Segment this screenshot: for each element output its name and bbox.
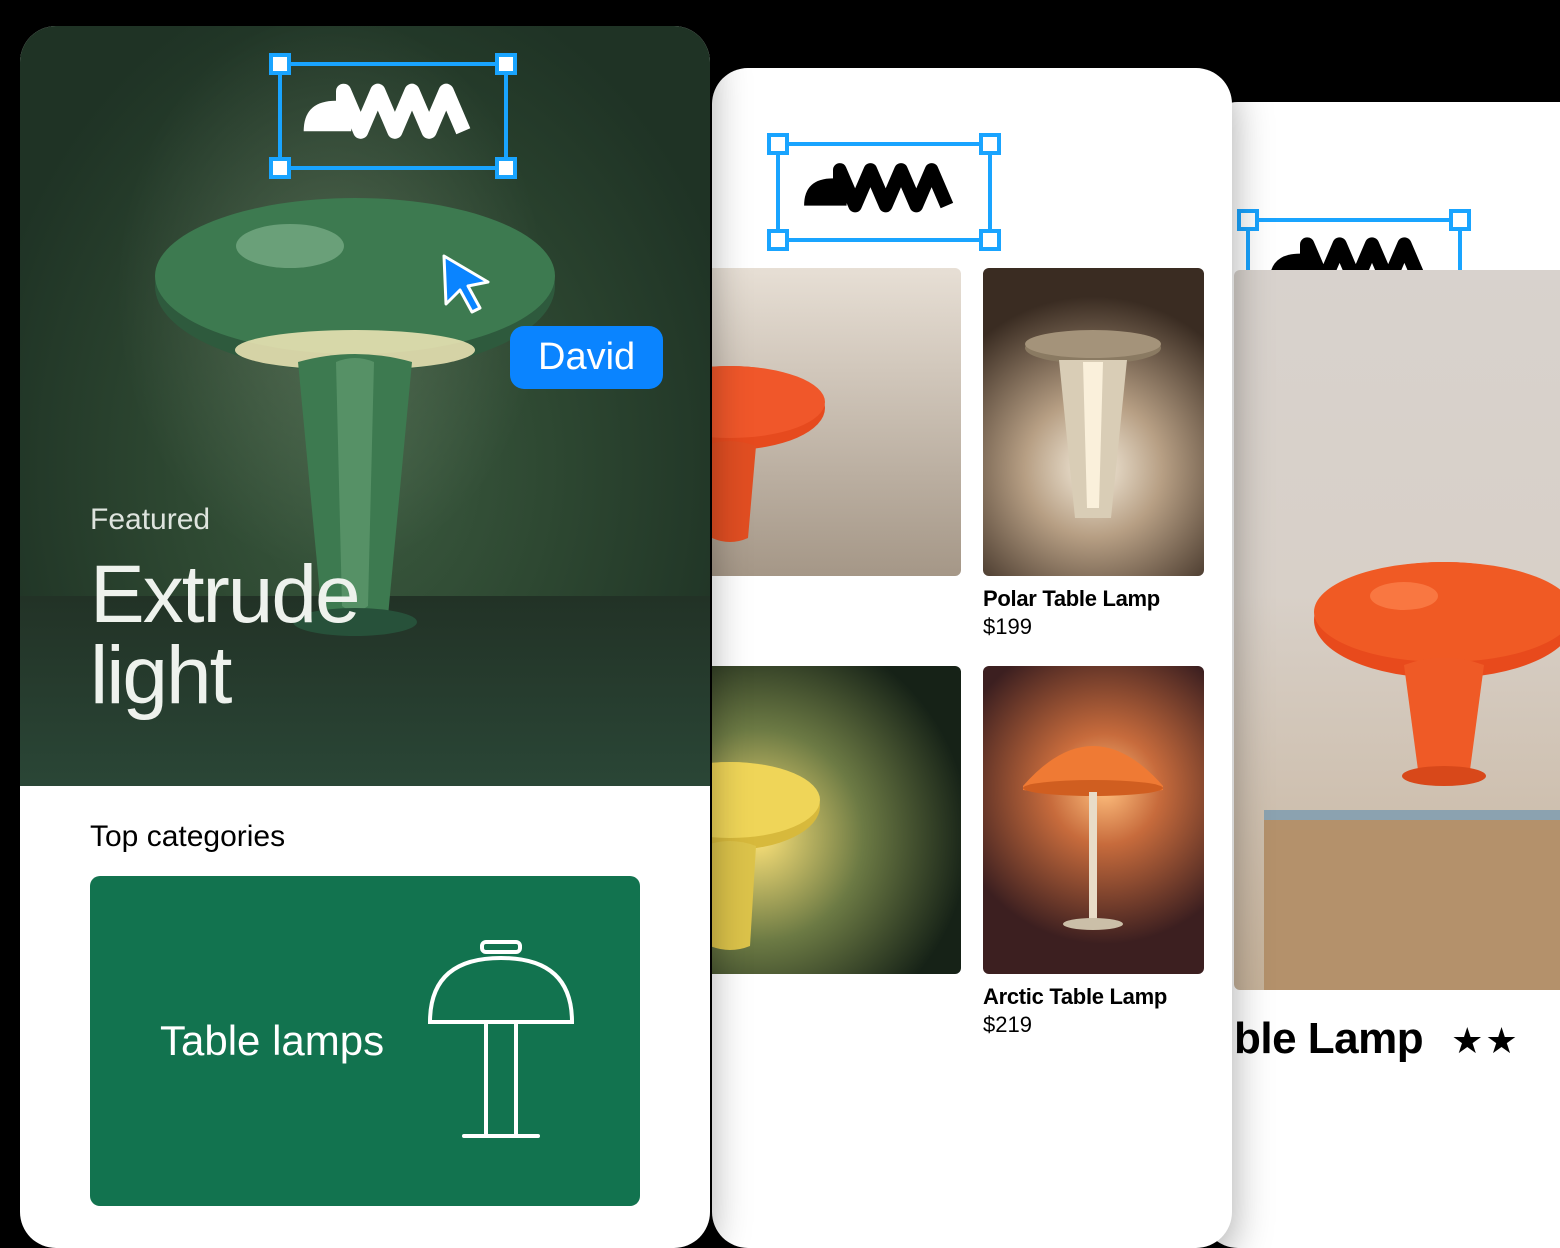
product-image (983, 666, 1204, 974)
product-name-partial: amp (712, 586, 961, 612)
product-image (712, 666, 961, 974)
product-card[interactable]: lamp (712, 666, 961, 1038)
logo-selection-box[interactable] (776, 142, 992, 242)
selection-handle[interactable] (767, 229, 789, 251)
collaborator-cursor (440, 252, 496, 319)
product-price: $199 (983, 614, 1204, 640)
product-name-partial: lamp (712, 984, 961, 1010)
selection-handle[interactable] (269, 53, 291, 75)
product-image (983, 268, 1204, 576)
app-frame-product-detail: ble Lamp ★★ (1202, 102, 1560, 1248)
selection-handle[interactable] (979, 133, 1001, 155)
product-name: Arctic Table Lamp (983, 984, 1204, 1010)
hero-eyebrow: Featured (90, 503, 359, 537)
brand-logo (288, 72, 498, 160)
hero-title: Extrude light (90, 555, 359, 716)
top-categories-heading: Top categories (90, 820, 710, 854)
product-card[interactable]: Polar Table Lamp $199 (983, 268, 1204, 640)
selection-handle[interactable] (495, 53, 517, 75)
logo-selection-box[interactable] (278, 62, 508, 170)
hero-section[interactable]: David Featured Extrude light (20, 26, 710, 786)
product-title-partial: ble Lamp (1234, 1014, 1423, 1064)
selection-handle[interactable] (767, 133, 789, 155)
category-label: Table lamps (160, 1017, 384, 1065)
product-price: $219 (983, 1012, 1204, 1038)
selection-handle[interactable] (269, 157, 291, 179)
selection-handle[interactable] (1237, 209, 1259, 231)
product-name: Polar Table Lamp (983, 586, 1204, 612)
app-frame-product-grid: amp Polar Table Lamp $199 (712, 68, 1232, 1248)
product-image (712, 268, 961, 576)
lamp-outline-icon (416, 936, 586, 1146)
lamp-illustration (1294, 500, 1560, 800)
app-frame-home: David Featured Extrude light Top categor… (20, 26, 710, 1248)
brand-logo (786, 152, 982, 232)
cursor-icon (440, 252, 496, 314)
category-card-table-lamps[interactable]: Table lamps (90, 876, 640, 1206)
hero-title-line: light (90, 630, 230, 721)
product-card[interactable]: Arctic Table Lamp $219 (983, 666, 1204, 1038)
product-card[interactable]: amp (712, 268, 961, 640)
rating-stars: ★★ (1451, 1020, 1520, 1062)
selection-handle[interactable] (979, 229, 1001, 251)
hero-title-line: Extrude (90, 549, 359, 640)
selection-handle[interactable] (495, 157, 517, 179)
selection-handle[interactable] (1449, 209, 1471, 231)
product-hero-image[interactable] (1234, 270, 1560, 990)
collaborator-name-label: David (510, 326, 663, 389)
